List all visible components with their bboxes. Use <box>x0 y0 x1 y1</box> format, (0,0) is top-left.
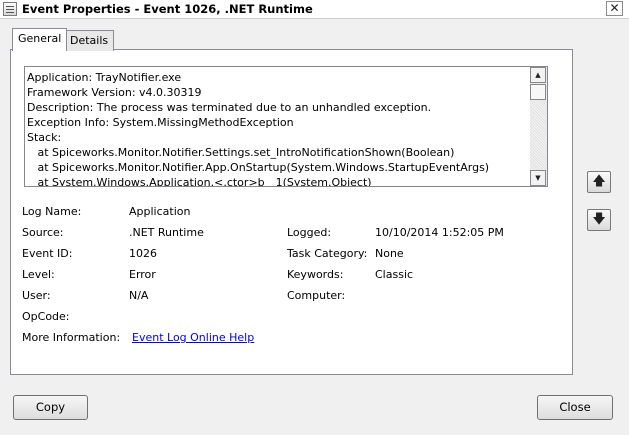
copy-button[interactable]: Copy <box>13 395 88 420</box>
description-line: at System.Windows.Application.<.ctor>b__… <box>27 176 372 186</box>
source-label: Source: <box>22 226 64 239</box>
event-log-online-help-link[interactable]: Event Log Online Help <box>132 331 254 345</box>
description-line: Framework Version: v4.0.30319 <box>27 86 202 99</box>
event-description-text: Application: TrayNotifier.exe Framework V… <box>27 70 527 186</box>
user-value: N/A <box>129 289 149 302</box>
level-value: Error <box>129 268 156 281</box>
event-properties-icon <box>3 2 17 16</box>
description-line: Application: TrayNotifier.exe <box>27 71 182 84</box>
event-id-value: 1026 <box>129 247 157 260</box>
tab-details[interactable]: Details <box>64 30 115 51</box>
down-arrow-icon: 🡇 <box>592 212 606 227</box>
description-line: at Spiceworks.Monitor.Notifier.App.OnSta… <box>27 161 490 174</box>
next-event-button[interactable]: 🡇 <box>587 209 611 231</box>
description-line: Exception Info: System.MissingMethodExce… <box>27 116 294 129</box>
up-arrow-icon: 🡅 <box>592 174 606 189</box>
log-name-value: Application <box>129 205 191 218</box>
opcode-label: OpCode: <box>22 310 70 323</box>
task-category-value: None <box>375 247 404 260</box>
close-button[interactable]: Close <box>537 395 613 420</box>
computer-label: Computer: <box>287 289 346 302</box>
scroll-up-arrow-icon[interactable]: ▲ <box>530 67 546 83</box>
source-value: .NET Runtime <box>129 226 204 239</box>
description-scrollbar[interactable]: ▲ ▼ <box>530 67 547 186</box>
previous-event-button[interactable]: 🡅 <box>587 171 611 193</box>
event-id-label: Event ID: <box>22 247 73 260</box>
keywords-label: Keywords: <box>287 268 344 281</box>
tab-general[interactable]: General <box>12 28 68 51</box>
keywords-value: Classic <box>375 268 414 281</box>
log-name-label: Log Name: <box>22 205 82 218</box>
scroll-down-arrow-icon[interactable]: ▼ <box>530 170 546 186</box>
task-category-label: Task Category: <box>287 247 368 260</box>
logged-label: Logged: <box>287 226 332 239</box>
user-label: User: <box>22 289 51 302</box>
description-line: Stack: <box>27 131 62 144</box>
close-window-icon[interactable]: ✕ <box>606 1 623 16</box>
window-title: Event Properties - Event 1026, .NET Runt… <box>22 2 313 16</box>
description-line: Description: The process was terminated … <box>27 101 432 114</box>
event-description-textbox[interactable]: Application: TrayNotifier.exe Framework V… <box>24 66 548 187</box>
scroll-thumb[interactable] <box>530 84 546 100</box>
logged-value: 10/10/2014 1:52:05 PM <box>375 226 504 239</box>
description-line: at Spiceworks.Monitor.Notifier.Settings.… <box>27 146 455 159</box>
computer-value <box>371 284 500 303</box>
level-label: Level: <box>22 268 55 281</box>
more-information-label: More Information: <box>22 331 121 344</box>
